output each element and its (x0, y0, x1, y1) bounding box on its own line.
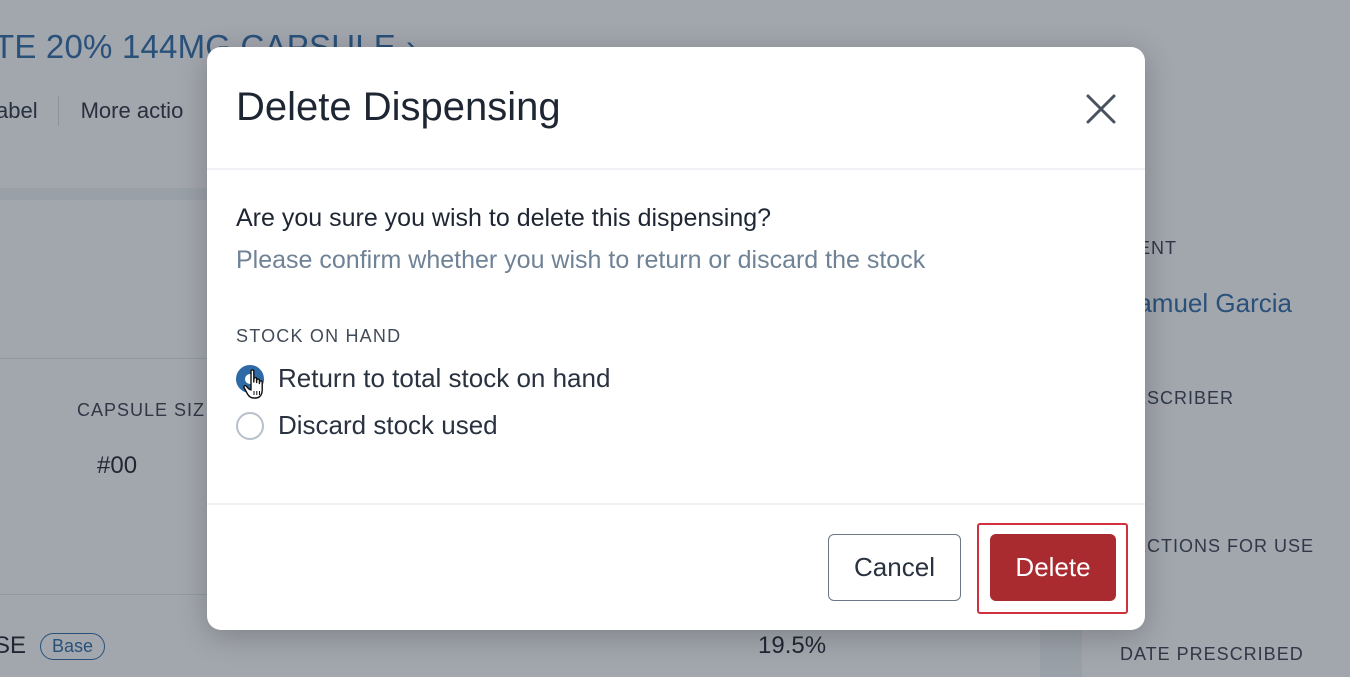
close-button[interactable] (1081, 89, 1121, 129)
delete-button[interactable]: Delete (990, 534, 1116, 601)
delete-dispensing-dialog: Delete Dispensing Are you sure you wish … (207, 47, 1145, 630)
header-divider (207, 168, 1145, 170)
radio-button-unchecked[interactable] (236, 411, 264, 440)
radio-return-stock[interactable]: Return to total stock on hand (236, 363, 610, 394)
stock-on-hand-label: STOCK ON HAND (236, 326, 402, 346)
confirm-question: Are you sure you wish to delete this dis… (236, 204, 772, 232)
radio-button-checked[interactable] (236, 364, 264, 393)
footer-divider (207, 503, 1145, 505)
radio-discard-label: Discard stock used (278, 410, 498, 440)
radio-return-label: Return to total stock on hand (278, 363, 611, 393)
cancel-button[interactable]: Cancel (828, 534, 961, 601)
confirm-hint: Please confirm whether you wish to retur… (236, 246, 926, 274)
dialog-title: Delete Dispensing (236, 85, 561, 129)
close-icon (1086, 94, 1116, 124)
radio-discard-stock[interactable]: Discard stock used (236, 410, 498, 441)
